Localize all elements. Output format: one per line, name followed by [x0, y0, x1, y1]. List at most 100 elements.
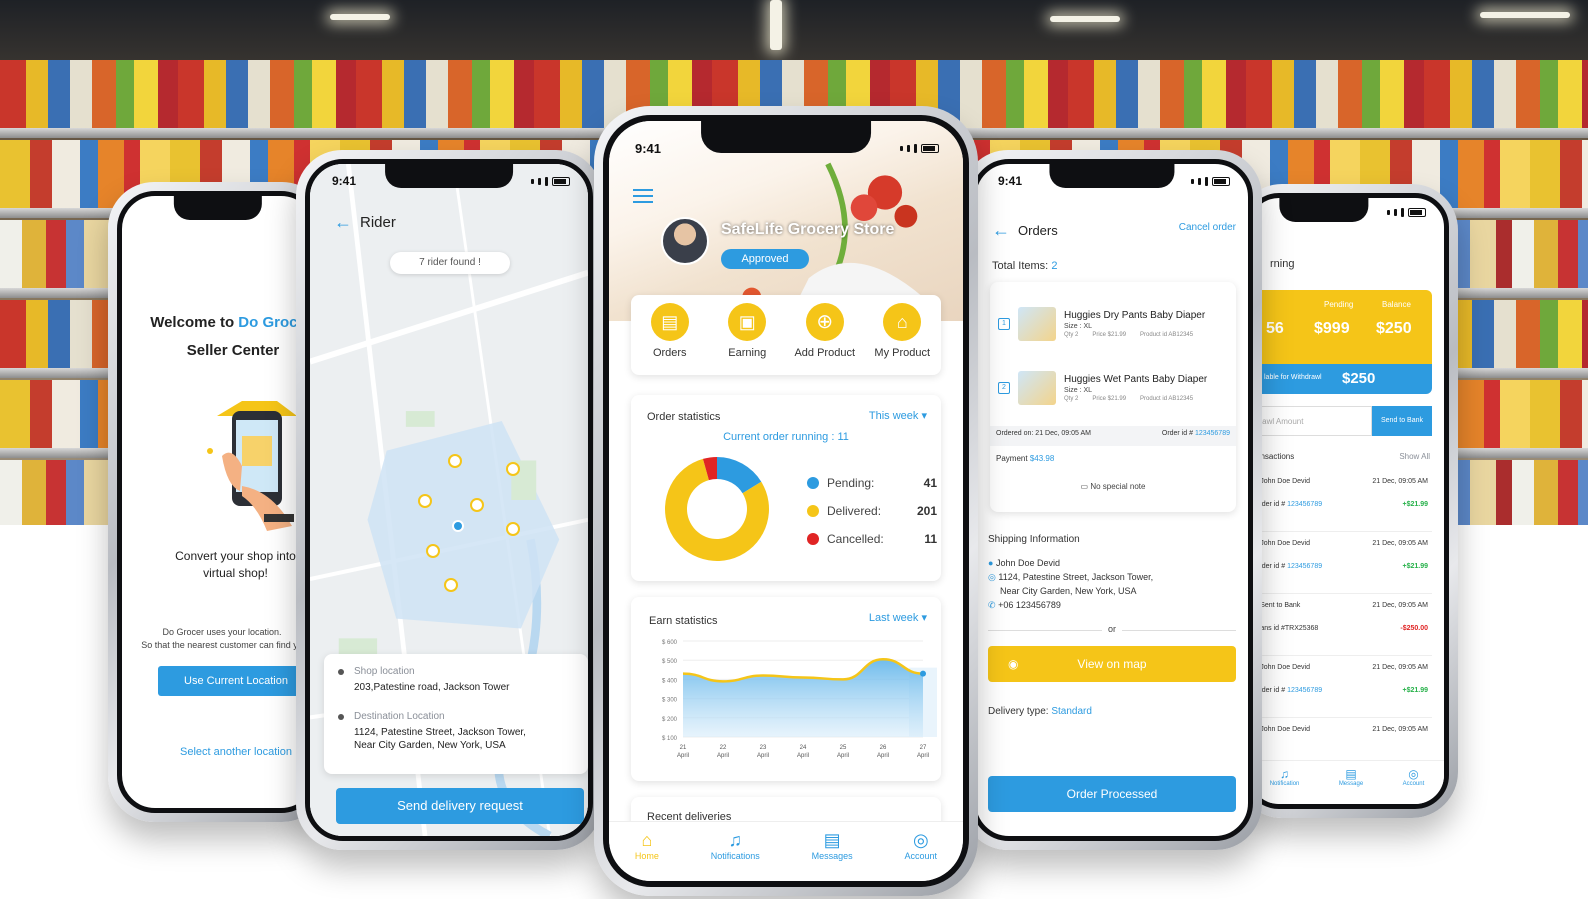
- show-all-link[interactable]: Show All: [1399, 452, 1430, 461]
- rider-marker[interactable]: [506, 462, 520, 476]
- menu-hamburger-icon[interactable]: [633, 189, 653, 203]
- x-tick-day: 24: [800, 745, 807, 751]
- ship-phone: +06 123456789: [998, 600, 1061, 610]
- tx-date: 21 Dec, 09:05 AM: [1372, 540, 1428, 547]
- item-number-badge: 2: [998, 382, 1010, 394]
- item-qty: Qty 2: [1064, 396, 1079, 402]
- y-tick-label: $ 200: [662, 717, 678, 723]
- store-avatar[interactable]: [661, 217, 709, 265]
- payment-value: $43.98: [1029, 454, 1055, 463]
- tx-date: 21 Dec, 09:05 AM: [1372, 602, 1428, 609]
- ordered-on: Ordered on: 21 Dec, 09:05 AM: [996, 430, 1091, 437]
- pending-value: $999: [1314, 320, 1350, 337]
- transaction-row[interactable]: ● John Doe Devid21 Dec, 09:05 AMOrder id…: [1250, 532, 1432, 594]
- total-items-label: Total Items:: [992, 260, 1049, 272]
- nav-home[interactable]: ⌂ Home: [635, 830, 659, 881]
- send-to-bank-button[interactable]: Send to Bank: [1372, 406, 1432, 436]
- rider-title: Rider: [360, 214, 396, 231]
- menu-orders[interactable]: ▤ Orders: [635, 303, 705, 375]
- tx-name: John Doe Devid: [1260, 478, 1310, 485]
- nav-notification[interactable]: ♫ Notification: [1270, 767, 1300, 804]
- nav-account[interactable]: ◎ Account: [905, 830, 938, 881]
- order-id-label: Order id #: [1161, 430, 1193, 437]
- account-icon: ◎: [1408, 767, 1419, 781]
- menu-earning[interactable]: ▣ Earning: [712, 303, 782, 375]
- location-note-2: So that the nearest customer can find yo: [141, 640, 303, 650]
- transaction-row[interactable]: ● Sent to Bank21 Dec, 09:05 AMTrans id #…: [1250, 594, 1432, 656]
- nav-messages[interactable]: ▤ Messages: [812, 830, 853, 881]
- earn-point: [920, 670, 926, 677]
- item-price: Price $21.99: [1092, 396, 1127, 402]
- use-current-location-button[interactable]: Use Current Location: [158, 666, 314, 696]
- x-tick-month: April: [717, 753, 729, 759]
- select-another-location-link[interactable]: Select another location: [158, 746, 314, 758]
- user-icon: ●: [988, 558, 994, 568]
- rider-marker[interactable]: [444, 578, 458, 592]
- x-tick-month: April: [917, 753, 929, 759]
- y-tick-label: $ 300: [662, 698, 678, 704]
- tagline: Convert your shop into virtual shop!: [175, 549, 296, 580]
- rider-marker[interactable]: [448, 454, 462, 468]
- menu-my-product[interactable]: ⌂ My Product: [867, 303, 937, 375]
- x-tick-month: April: [837, 753, 849, 759]
- legend-value: 11: [924, 532, 937, 546]
- earning-icon: ▣: [728, 303, 767, 341]
- send-delivery-request-button[interactable]: Send delivery request: [336, 788, 584, 824]
- x-tick-month: April: [677, 753, 689, 759]
- tx-id: 123456789: [1287, 501, 1323, 508]
- rider-marker[interactable]: [506, 522, 520, 536]
- legend-label: Cancelled:: [827, 532, 884, 546]
- ship-address-1: 1124, Patestine Street, Jackson Tower,: [998, 572, 1154, 582]
- order-item-row[interactable]: 2 Huggies Wet Pants Baby Diaper Size : XL Q…: [990, 360, 1236, 416]
- home-icon: ⌂: [641, 830, 653, 850]
- legend-dot: [807, 505, 819, 517]
- transaction-row[interactable]: ● John Doe Devid21 Dec, 09:05 AMOrder id…: [1250, 656, 1432, 718]
- back-arrow-icon[interactable]: ←: [992, 220, 1010, 241]
- special-note: No special note: [1090, 482, 1146, 491]
- status-icons: [900, 141, 939, 156]
- destination-line-1: 1124, Patestine Street, Jackson Tower,: [354, 727, 526, 738]
- this-week-dropdown[interactable]: This week ▾: [869, 409, 927, 422]
- order-item-row[interactable]: 1 Huggies Dry Pants Baby Diaper Size : XL Q…: [990, 296, 1236, 352]
- seller-center-title: Seller Center: [186, 342, 280, 359]
- menu-add-product[interactable]: ⊕ Add Product: [790, 303, 860, 375]
- legend-item: Delivered: 201: [807, 497, 937, 525]
- bell-icon: ♫: [728, 830, 743, 850]
- phone-rider: 9:41 ← Rider 7 rider found ! Shop locati…: [296, 150, 602, 850]
- cancel-order-link[interactable]: Cancel order: [1179, 222, 1236, 233]
- chevron-down-icon: ▾: [921, 410, 927, 422]
- total-items-value: 2: [1051, 260, 1058, 272]
- item-qty: Qty 2: [1064, 332, 1079, 338]
- legend-value: 41: [923, 476, 937, 490]
- showcase: Welcome to Do Groce Seller Center Conver…: [0, 0, 1588, 899]
- tx-id: 123456789: [1287, 563, 1323, 570]
- transaction-row[interactable]: ● John Doe Devid21 Dec, 09:05 AMOrder id…: [1250, 470, 1432, 532]
- earn-statistics-card: Earn statistics Last week ▾ $ 100 $ 200 $ …: [631, 597, 941, 781]
- chevron-down-icon: ▾: [921, 612, 927, 624]
- last-week-dropdown[interactable]: Last week ▾: [869, 611, 927, 624]
- item-image: [1018, 307, 1056, 341]
- rider-marker[interactable]: [470, 498, 484, 512]
- message-icon: ▤: [823, 830, 841, 850]
- back-arrow-icon[interactable]: ←: [334, 212, 352, 233]
- pending-label: Pending: [1324, 300, 1354, 309]
- y-tick-label: $ 100: [662, 736, 678, 742]
- order-processed-button[interactable]: Order Processed: [988, 776, 1236, 812]
- transactions-list: ● John Doe Devid21 Dec, 09:05 AMOrder id…: [1250, 470, 1432, 780]
- view-on-map-button[interactable]: ◉ View on map: [988, 646, 1236, 682]
- or-divider: or: [976, 624, 1248, 634]
- nav-account[interactable]: ◎ Account: [1403, 767, 1425, 804]
- item-price: Price $21.99: [1092, 332, 1127, 338]
- store-name: SafeLife Grocery Store: [721, 221, 895, 238]
- rider-marker[interactable]: [418, 494, 432, 508]
- nav-notifications[interactable]: ♫ Notifications: [711, 830, 760, 881]
- my-product-icon: ⌂: [883, 303, 922, 341]
- tx-name: Sent to Bank: [1260, 602, 1301, 609]
- nav-message[interactable]: ▤ Message: [1339, 767, 1363, 804]
- rider-marker[interactable]: [426, 544, 440, 558]
- legend-dot: [807, 533, 819, 545]
- x-tick-day: 22: [720, 745, 727, 751]
- withdraw-amount-input[interactable]: drawl Amount: [1250, 406, 1372, 436]
- tx-amount: +$21.99: [1402, 563, 1429, 570]
- item-number-badge: 1: [998, 318, 1010, 330]
